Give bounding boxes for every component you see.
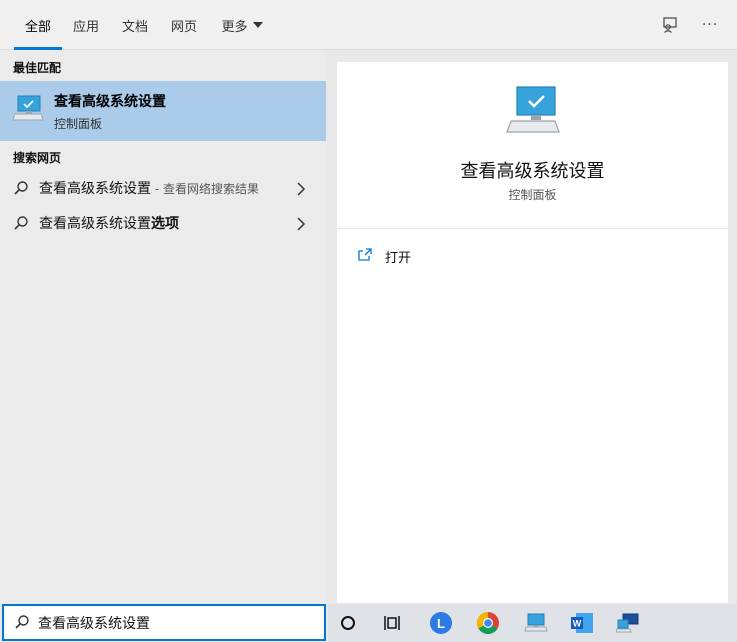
- chrome-icon[interactable]: [474, 609, 502, 637]
- cortana-icon[interactable]: [334, 609, 362, 637]
- chevron-right-icon[interactable]: [296, 216, 306, 235]
- detail-title: 查看高级系统设置: [460, 161, 605, 182]
- best-match-item[interactable]: 查看高级系统设置 控制面板: [0, 81, 326, 141]
- word-icon[interactable]: W: [568, 609, 596, 637]
- detail-subtitle: 控制面板: [508, 188, 557, 202]
- web-result-text: 查看高级系统设置选项: [39, 213, 179, 233]
- more-options-dots: ···: [701, 17, 719, 33]
- computer-monitor-icon: [505, 84, 561, 142]
- tab-all[interactable]: 全部: [14, 0, 62, 50]
- more-options-icon[interactable]: ···: [698, 13, 722, 37]
- web-result-row[interactable]: 查看高级系统设置 - 查看网络搜索结果: [0, 171, 326, 205]
- network-computer-icon[interactable]: [614, 609, 642, 637]
- best-match-heading: 最佳匹配: [13, 61, 62, 75]
- tab-apps-label: 应用: [72, 19, 99, 35]
- search-icon: [13, 215, 29, 235]
- open-action[interactable]: 打开: [357, 244, 411, 268]
- best-match-title: 查看高级系统设置: [54, 94, 166, 110]
- window-edge: [728, 62, 737, 603]
- web-result-text: 查看高级系统设置 - 查看网络搜索结果: [39, 178, 259, 198]
- tab-more[interactable]: 更多: [214, 0, 270, 50]
- web-result-row[interactable]: 查看高级系统设置选项: [0, 206, 326, 240]
- web-result-bold-suffix: 选项: [151, 216, 179, 232]
- tab-web[interactable]: 网页: [164, 0, 204, 50]
- chevron-down-icon: [252, 22, 263, 28]
- word-letter: W: [573, 619, 582, 629]
- web-result-hint: - 查看网络搜索结果: [151, 182, 259, 196]
- tab-web-label: 网页: [170, 19, 197, 35]
- detail-pane: 查看高级系统设置 控制面板 打开: [337, 62, 728, 603]
- search-icon: [14, 614, 30, 634]
- tab-all-label: 全部: [24, 19, 51, 35]
- web-result-query: 查看高级系统设置: [39, 216, 151, 232]
- computer-monitor-icon: [12, 94, 44, 128]
- tab-documents-label: 文档: [121, 19, 148, 35]
- blue-l-app-icon[interactable]: L: [427, 609, 455, 637]
- search-box[interactable]: [2, 604, 326, 641]
- tab-apps[interactable]: 应用: [66, 0, 106, 50]
- computer-app-icon[interactable]: [522, 609, 550, 637]
- taskbar: L W: [328, 604, 737, 642]
- detail-divider: [337, 228, 728, 229]
- filter-tab-bar: 全部 应用 文档 网页 更多 ···: [0, 0, 737, 50]
- best-match-subtitle: 控制面板: [54, 117, 103, 131]
- tab-documents[interactable]: 文档: [115, 0, 155, 50]
- tab-more-label: 更多: [221, 19, 248, 35]
- chevron-right-icon[interactable]: [296, 181, 306, 200]
- web-search-heading: 搜索网页: [13, 151, 62, 165]
- feedback-icon[interactable]: [658, 13, 682, 37]
- blue-l-app-letter: L: [437, 616, 445, 631]
- web-result-query: 查看高级系统设置: [39, 181, 151, 197]
- task-view-icon[interactable]: [379, 609, 407, 637]
- open-icon: [357, 247, 373, 266]
- search-icon: [13, 180, 29, 200]
- search-input[interactable]: [38, 611, 318, 635]
- results-pane: 最佳匹配 查看高级系统设置 控制面板 搜索网页 查看高级系统设置 - 查看网络搜…: [0, 50, 326, 603]
- open-action-label: 打开: [385, 250, 412, 266]
